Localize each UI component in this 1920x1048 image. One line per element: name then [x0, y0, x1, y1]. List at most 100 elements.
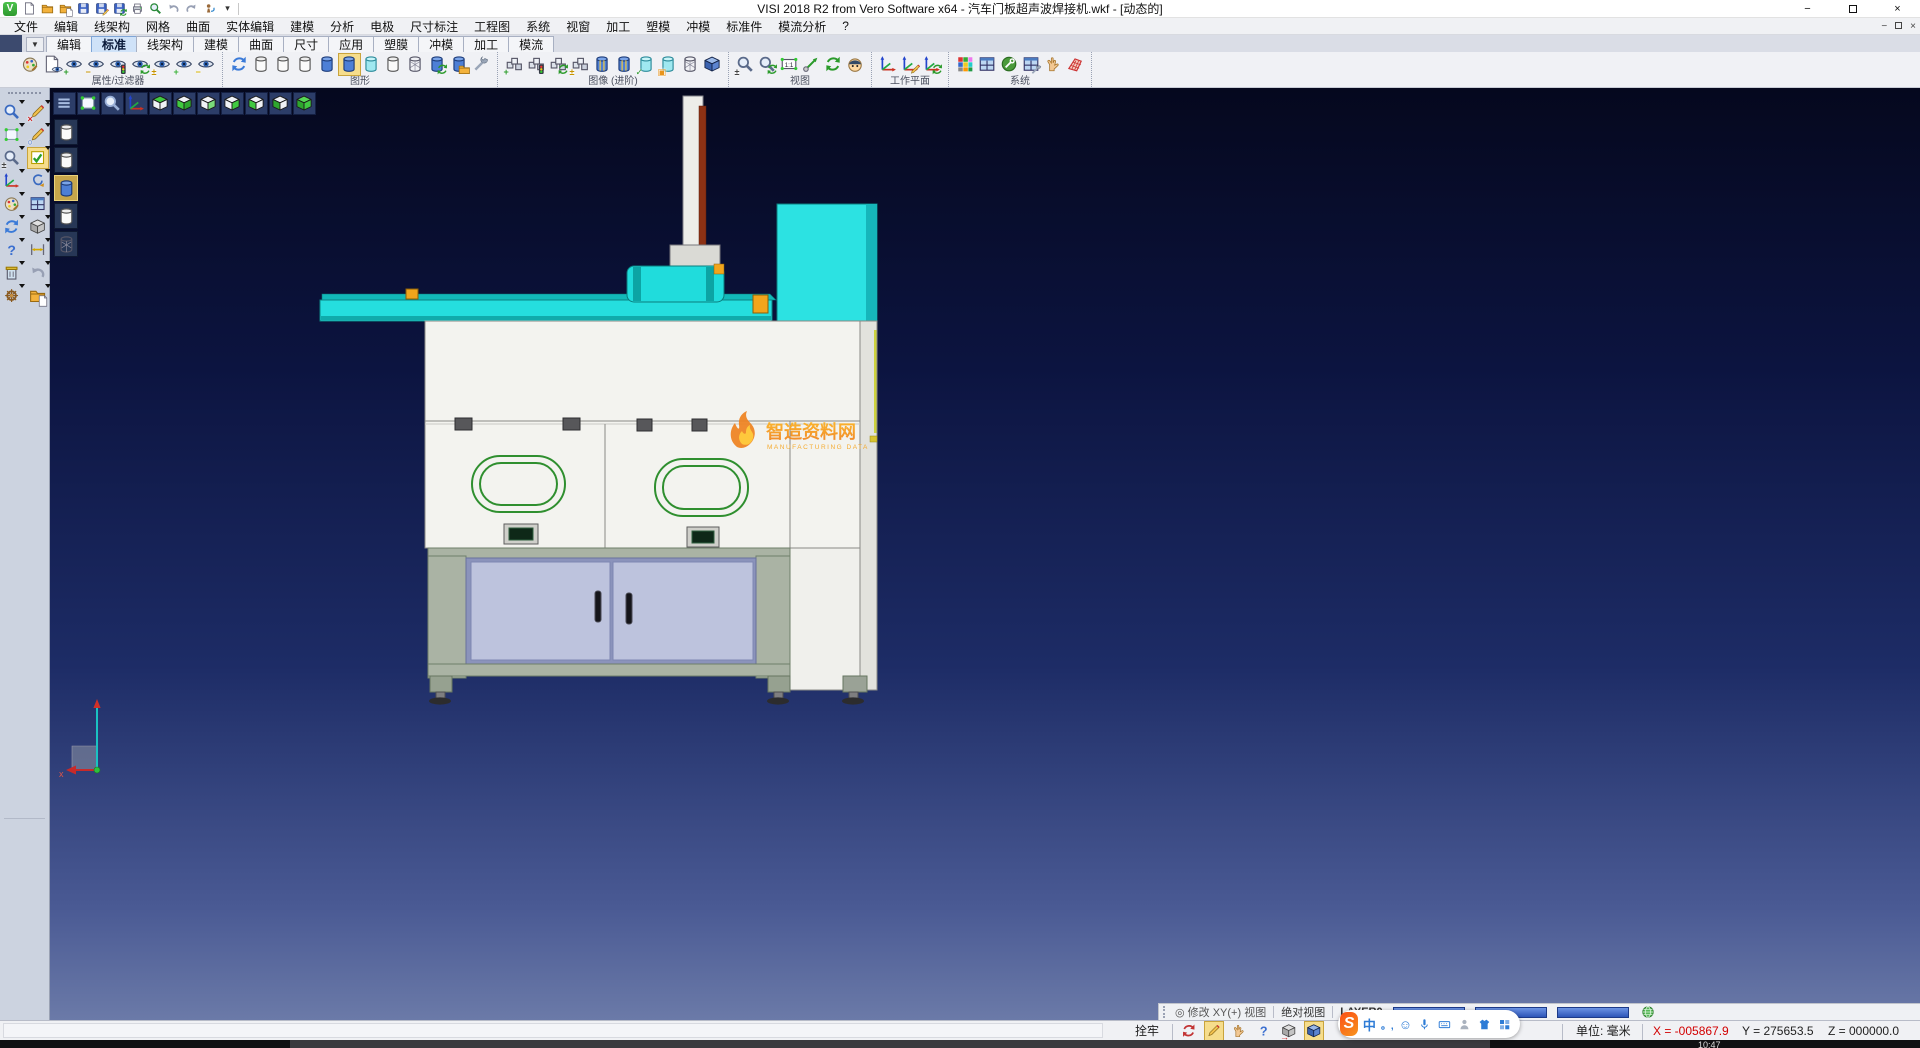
- ime-logo-icon[interactable]: S: [1340, 1012, 1358, 1036]
- menu-item-12[interactable]: 视窗: [558, 18, 598, 35]
- menu-item-9[interactable]: 尺寸标注: [402, 18, 466, 35]
- shaded-view-button[interactable]: [317, 54, 338, 75]
- tab-4[interactable]: 曲面: [238, 36, 284, 52]
- new-document-button[interactable]: [22, 1, 37, 16]
- ime-language-toggle[interactable]: 中: [1363, 1015, 1376, 1034]
- zoom-in-out-button[interactable]: ±: [735, 54, 756, 75]
- render-mesh-button[interactable]: [54, 231, 78, 257]
- render-hidden-line-button[interactable]: [54, 147, 78, 173]
- tab-8[interactable]: 冲模: [418, 36, 464, 52]
- menu-item-3[interactable]: 网格: [138, 18, 178, 35]
- undo-arrow-button[interactable]: [28, 263, 48, 283]
- tab-5[interactable]: 尺寸: [283, 36, 329, 52]
- tabbar-dropdown-button[interactable]: ▼: [26, 37, 44, 52]
- view-top-button[interactable]: [149, 92, 172, 115]
- hidden-line-view-button[interactable]: [273, 54, 294, 75]
- attributes-palette-button[interactable]: [2, 194, 22, 214]
- color-palette-button[interactable]: [955, 54, 976, 75]
- advanced-show-button[interactable]: +: [504, 54, 525, 75]
- coordinate-system-button[interactable]: [125, 92, 148, 115]
- menu-item-18[interactable]: ?: [834, 19, 857, 33]
- tab-2[interactable]: 线架构: [136, 36, 194, 52]
- menu-item-11[interactable]: 系统: [518, 18, 558, 35]
- tab-10[interactable]: 模流: [508, 36, 554, 52]
- menu-item-6[interactable]: 建模: [282, 18, 322, 35]
- menu-item-13[interactable]: 加工: [598, 18, 638, 35]
- workplane-create-button[interactable]: [878, 54, 899, 75]
- solid-wireframe-button[interactable]: [680, 54, 701, 75]
- save-as-button[interactable]: [94, 1, 109, 16]
- menu-item-0[interactable]: 文件: [6, 18, 46, 35]
- attribute-copy-button[interactable]: [42, 54, 63, 75]
- save-button[interactable]: [76, 1, 91, 16]
- workplane-button[interactable]: [2, 171, 22, 191]
- strip-grip[interactable]: [1163, 1006, 1169, 1018]
- view-right-button[interactable]: [221, 92, 244, 115]
- tab-6[interactable]: 应用: [328, 36, 374, 52]
- curve-edit-button[interactable]: [28, 171, 48, 191]
- view-isometric-button[interactable]: [293, 92, 316, 115]
- menu-item-14[interactable]: 塑模: [638, 18, 678, 35]
- minimize-button[interactable]: −: [1785, 0, 1830, 18]
- toggle-visibility-button[interactable]: ±: [152, 54, 173, 75]
- save-all-button[interactable]: [112, 1, 127, 16]
- ime-account-button[interactable]: [1457, 1017, 1472, 1032]
- erase-entity-button[interactable]: ×: [28, 102, 48, 122]
- view-cube-button[interactable]: [1305, 1022, 1323, 1040]
- transparent-view-button[interactable]: [361, 54, 382, 75]
- observer-view-button[interactable]: [845, 54, 866, 75]
- sidebar-grip[interactable]: [8, 92, 41, 98]
- doc-close-button[interactable]: ×: [1910, 21, 1916, 32]
- undo-button[interactable]: [166, 1, 181, 16]
- zoom-solid-button[interactable]: ±: [2, 148, 22, 168]
- hide-entities-button[interactable]: −: [86, 54, 107, 75]
- selection-filter-button[interactable]: [28, 148, 48, 168]
- zoom-extents-button[interactable]: [77, 92, 100, 115]
- bounding-box-button[interactable]: ▣: [658, 54, 679, 75]
- attribute-modify-button[interactable]: [20, 54, 41, 75]
- menu-item-2[interactable]: 线架构: [86, 18, 138, 35]
- menu-item-10[interactable]: 工程图: [466, 18, 518, 35]
- menu-item-4[interactable]: 曲面: [178, 18, 218, 35]
- refresh-visibility-button[interactable]: [130, 54, 151, 75]
- render-wireframe-button[interactable]: [54, 119, 78, 145]
- menu-item-1[interactable]: 编辑: [46, 18, 86, 35]
- tab-1[interactable]: 标准: [91, 36, 137, 52]
- advanced-refresh-button[interactable]: [548, 54, 569, 75]
- customize-quick-access-button[interactable]: ▾: [220, 1, 235, 16]
- view-front-button[interactable]: [269, 92, 292, 115]
- context-help-button[interactable]: [1255, 1022, 1273, 1040]
- units-label[interactable]: 单位: 毫米: [1576, 1021, 1631, 1040]
- shaded-edges-view-button[interactable]: [339, 54, 360, 75]
- navigator-button[interactable]: [2, 286, 22, 306]
- tab-7[interactable]: 塑膜: [373, 36, 419, 52]
- zoom-orbit-button[interactable]: [2, 102, 22, 122]
- menu-item-15[interactable]: 冲模: [678, 18, 718, 35]
- show-all-button[interactable]: +: [174, 54, 195, 75]
- rotate-view-button[interactable]: [823, 54, 844, 75]
- flat-shaded-view-button[interactable]: [383, 54, 404, 75]
- history-button[interactable]: [202, 1, 217, 16]
- system-options-button[interactable]: [999, 54, 1020, 75]
- show-entities-button[interactable]: +: [64, 54, 85, 75]
- menu-item-8[interactable]: 电极: [362, 18, 402, 35]
- export-view-button[interactable]: →: [1280, 1022, 1298, 1040]
- lock-label[interactable]: 拴牢: [1135, 1021, 1159, 1040]
- validate-solid-button[interactable]: ✓: [636, 54, 657, 75]
- grab-hand-button[interactable]: [1230, 1022, 1248, 1040]
- help-button[interactable]: [2, 240, 22, 260]
- hide-all-button[interactable]: −: [196, 54, 217, 75]
- print-preview-button[interactable]: [148, 1, 163, 16]
- maximize-button[interactable]: [1830, 0, 1875, 18]
- view-bottom-button[interactable]: [173, 92, 196, 115]
- open-button[interactable]: [40, 1, 55, 16]
- graphics-settings-button[interactable]: [471, 54, 492, 75]
- workplane-edit-button[interactable]: [900, 54, 921, 75]
- refresh-view-button[interactable]: [2, 217, 22, 237]
- view-back-button[interactable]: [197, 92, 220, 115]
- doc-minimize-button[interactable]: −: [1881, 21, 1887, 32]
- stripe-view-button[interactable]: [614, 54, 635, 75]
- dashed-hidden-view-button[interactable]: [295, 54, 316, 75]
- import-file-button[interactable]: [58, 1, 73, 16]
- window-settings-button[interactable]: [1021, 54, 1042, 75]
